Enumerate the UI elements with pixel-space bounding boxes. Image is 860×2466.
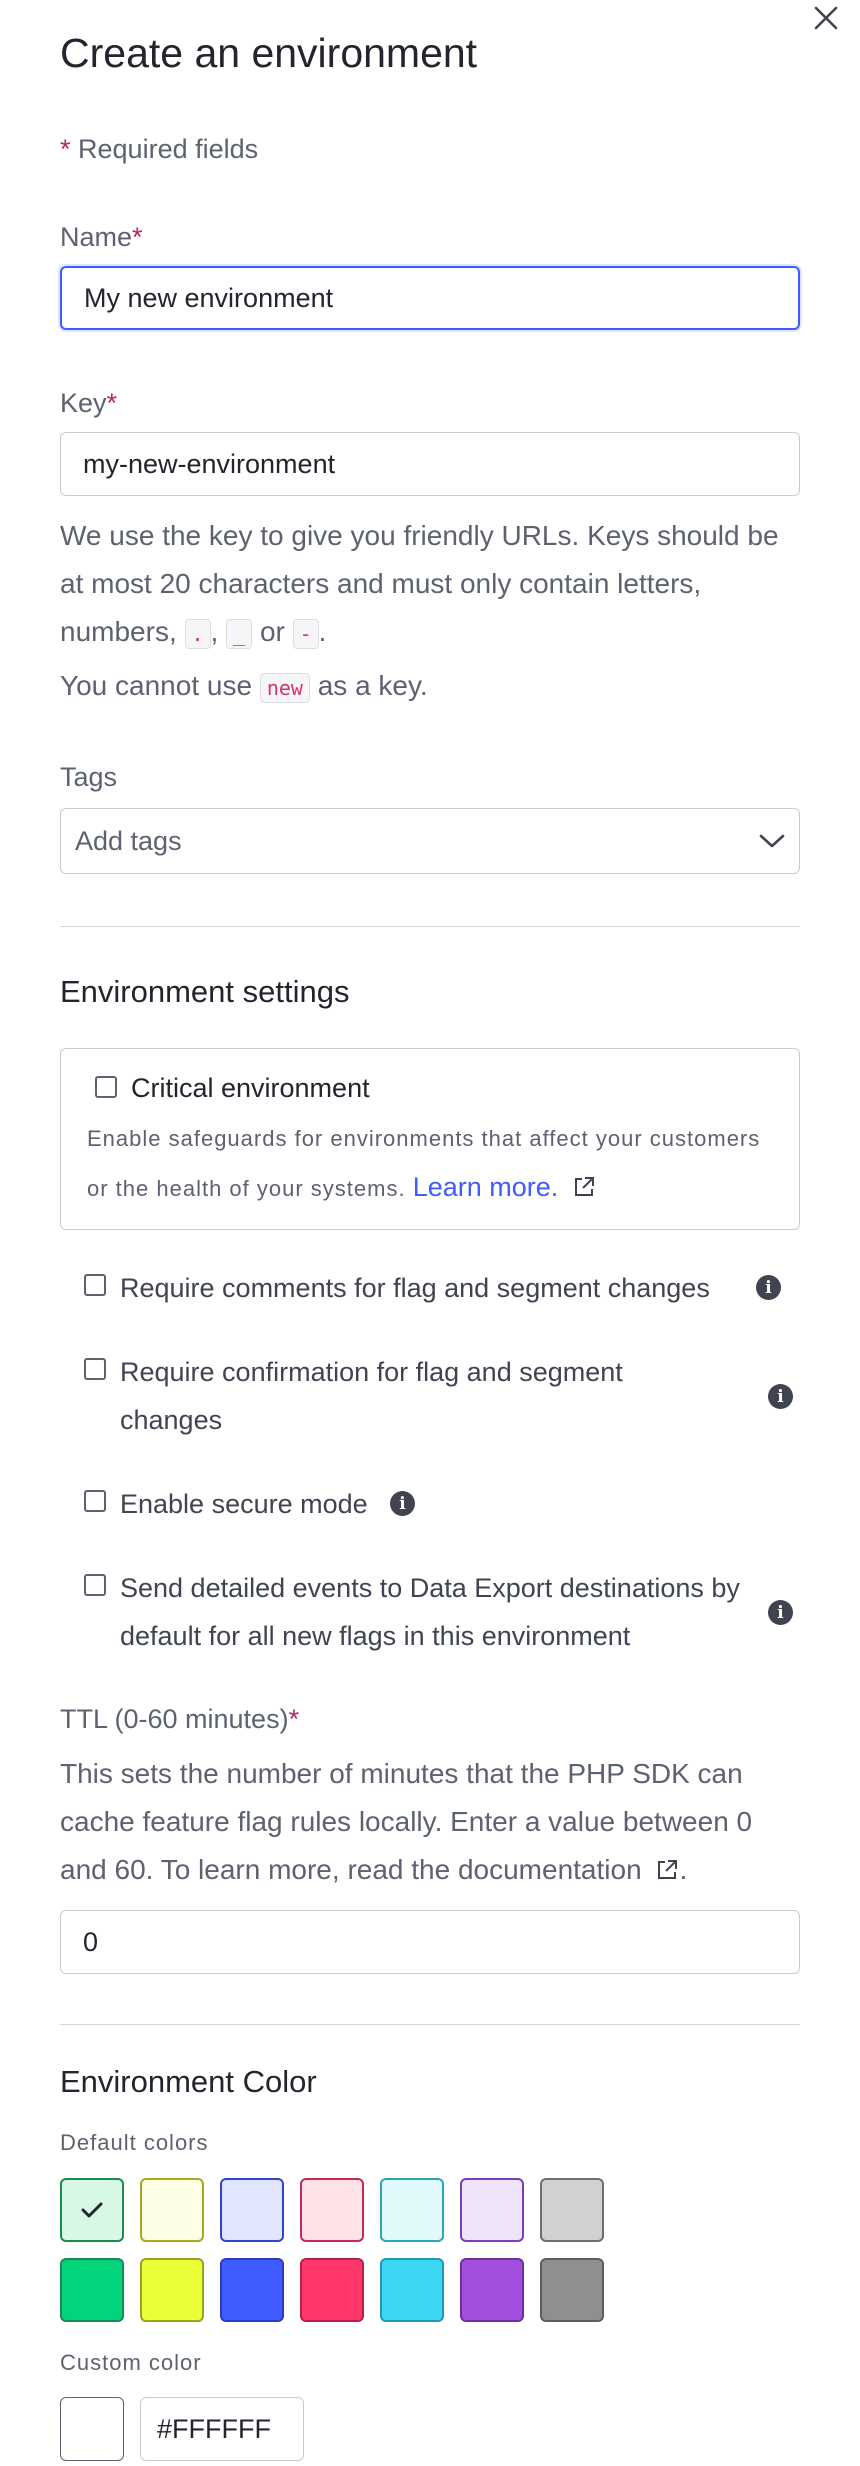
create-environment-modal: Create an environment * Required fields … xyxy=(0,0,860,2466)
info-icon[interactable]: i xyxy=(768,1600,793,1625)
default-colors-label: Default colors xyxy=(60,2130,209,2155)
require-comments-checkbox[interactable] xyxy=(84,1274,106,1296)
secure-mode-checkbox[interactable] xyxy=(84,1490,106,1512)
ttl-label-text: TTL (0-60 minutes) xyxy=(60,1704,289,1734)
documentation-link-text: documentation xyxy=(457,1854,642,1885)
code-new: new xyxy=(259,673,310,703)
info-icon[interactable]: i xyxy=(390,1491,415,1516)
code-underscore: _ xyxy=(226,619,253,649)
key-label-text: Key xyxy=(60,388,107,418)
required-fields-text: Required fields xyxy=(78,134,259,164)
modal-title: Create an environment xyxy=(60,30,478,76)
critical-environment-description: Enable safeguards for environments that … xyxy=(87,1115,777,1213)
ttl-required-star: * xyxy=(288,1704,300,1734)
name-label: Name* xyxy=(60,222,143,253)
custom-color-label: Custom color xyxy=(60,2350,202,2375)
key-sep-comma: , xyxy=(210,616,219,647)
code-dot: . xyxy=(184,619,211,649)
key-sep-or: or xyxy=(259,616,285,647)
required-star: * xyxy=(60,134,71,164)
key-help2-before: You cannot use xyxy=(60,670,253,701)
chevron-down-icon xyxy=(759,834,785,848)
light-color-swatch[interactable] xyxy=(380,2178,444,2242)
require-comments-label: Require comments for flag and segment ch… xyxy=(120,1273,710,1303)
ttl-end-period: . xyxy=(679,1854,688,1885)
critical-environment-label: Critical environment xyxy=(131,1073,370,1103)
key-help2-after: as a key. xyxy=(317,670,428,701)
key-help-text-2: You cannot use new as a key. xyxy=(60,662,800,712)
divider xyxy=(60,926,800,927)
custom-color-swatch[interactable] xyxy=(60,2397,124,2461)
send-events-checkbox[interactable] xyxy=(84,1574,106,1596)
close-icon xyxy=(814,6,838,30)
dark-color-swatch[interactable] xyxy=(60,2258,124,2322)
checkmark-icon xyxy=(81,2202,103,2218)
info-icon[interactable]: i xyxy=(756,1275,781,1300)
name-input[interactable]: My new environment xyxy=(60,266,800,330)
dark-color-swatch[interactable] xyxy=(380,2258,444,2322)
key-input[interactable]: my-new-environment xyxy=(60,432,800,496)
environment-settings-title: Environment settings xyxy=(60,974,350,1009)
name-label-text: Name xyxy=(60,222,133,252)
light-color-swatch[interactable] xyxy=(60,2178,124,2242)
key-help-line1: We use the key to give you friendly URLs… xyxy=(60,520,779,647)
name-required-star: * xyxy=(132,222,143,252)
key-input-value: my-new-environment xyxy=(83,448,336,479)
critical-environment-checkbox[interactable] xyxy=(95,1076,117,1098)
required-fields-note: * Required fields xyxy=(60,134,258,165)
custom-color-input[interactable]: #FFFFFF xyxy=(140,2397,304,2461)
tags-placeholder: Add tags xyxy=(75,825,182,856)
key-label: Key* xyxy=(60,388,117,419)
ttl-label: TTL (0-60 minutes)* xyxy=(60,1704,299,1735)
ttl-help-text: This sets the number of minutes that the… xyxy=(60,1750,800,1894)
key-required-star: * xyxy=(106,388,118,418)
environment-color-title: Environment Color xyxy=(60,2064,317,2099)
dark-color-swatch[interactable] xyxy=(300,2258,364,2322)
divider xyxy=(60,2024,800,2025)
close-button[interactable] xyxy=(808,0,844,36)
external-link-icon xyxy=(658,1860,678,1879)
info-icon[interactable]: i xyxy=(768,1384,793,1409)
dark-color-swatch[interactable] xyxy=(460,2258,524,2322)
dark-color-swatch[interactable] xyxy=(220,2258,284,2322)
ttl-input-value: 0 xyxy=(83,1926,99,1957)
require-confirmation-checkbox[interactable] xyxy=(84,1358,106,1380)
light-color-swatch[interactable] xyxy=(300,2178,364,2242)
ttl-input[interactable]: 0 xyxy=(60,1910,800,1974)
code-dash: - xyxy=(292,619,319,649)
dark-color-swatch[interactable] xyxy=(140,2258,204,2322)
light-color-swatch[interactable] xyxy=(460,2178,524,2242)
external-link-icon xyxy=(574,1177,594,1196)
key-end-period: . xyxy=(318,616,327,647)
learn-more-text: Learn more. xyxy=(412,1172,559,1202)
key-help-text: We use the key to give you friendly URLs… xyxy=(60,512,800,658)
light-color-swatch[interactable] xyxy=(140,2178,204,2242)
custom-color-value: #FFFFFF xyxy=(157,2413,271,2444)
critical-environment-box: Critical environment Enable safeguards f… xyxy=(60,1048,800,1230)
light-color-swatch[interactable] xyxy=(220,2178,284,2242)
name-input-value: My new environment xyxy=(84,282,334,313)
tags-select[interactable]: Add tags xyxy=(60,808,800,874)
send-events-label: Send detailed events to Data Export dest… xyxy=(120,1573,740,1651)
tags-label: Tags xyxy=(60,762,118,792)
documentation-link[interactable]: documentation xyxy=(458,1854,679,1885)
require-confirmation-label: Require confirmation for flag and segmen… xyxy=(120,1357,623,1435)
light-color-swatch[interactable] xyxy=(540,2178,604,2242)
secure-mode-label: Enable secure mode xyxy=(120,1489,368,1519)
dark-color-swatch[interactable] xyxy=(540,2258,604,2322)
learn-more-link[interactable]: Learn more. xyxy=(413,1172,596,1202)
